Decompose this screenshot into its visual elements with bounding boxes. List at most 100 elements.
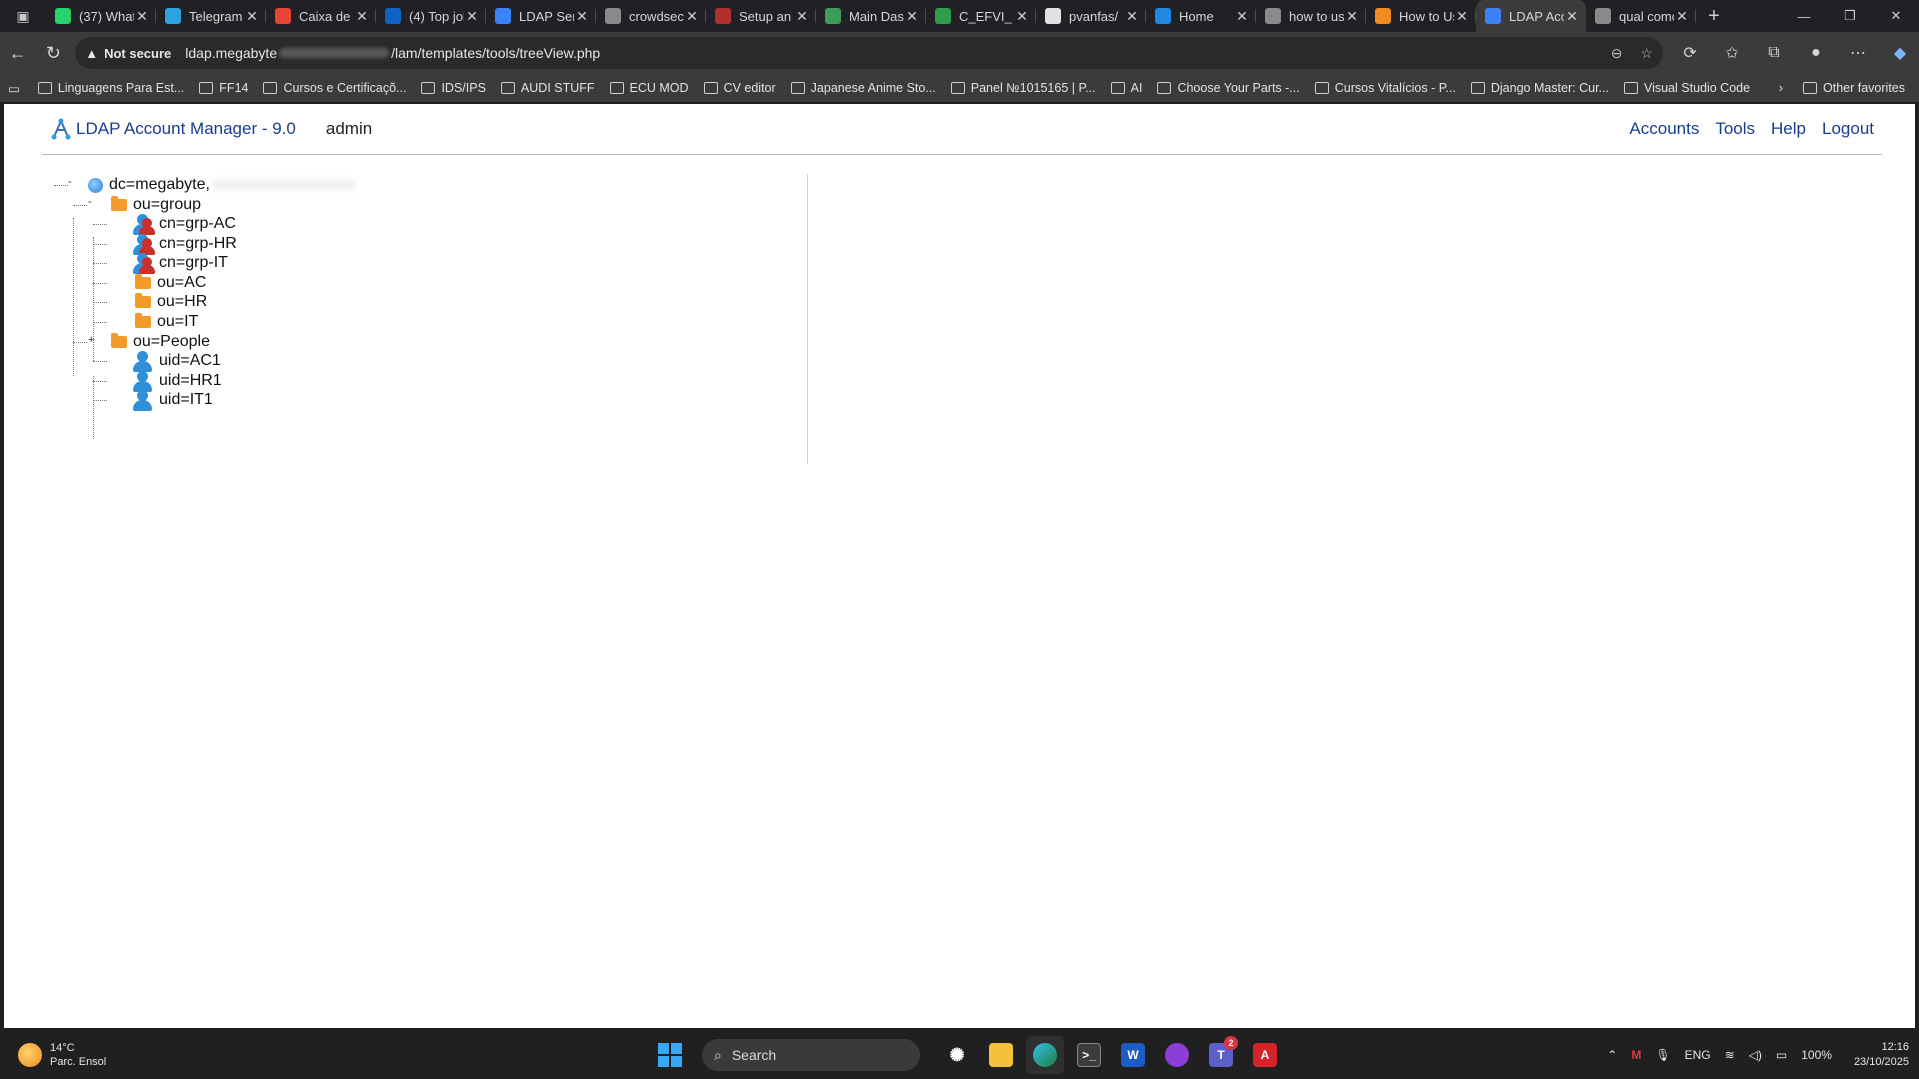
chevron-right-icon[interactable]: › [1779, 81, 1783, 95]
menu-accounts[interactable]: Accounts [1629, 119, 1699, 139]
terminal-icon[interactable]: >_ [1070, 1036, 1108, 1074]
acrobat-icon[interactable]: A [1246, 1036, 1284, 1074]
bookmark-item[interactable]: FF14 [199, 81, 248, 95]
browser-tab[interactable]: how to use✕ [1256, 0, 1366, 32]
browser-tab[interactable]: Home ✕ [1146, 0, 1256, 32]
menu-help[interactable]: Help [1771, 119, 1806, 139]
copilot-icon[interactable]: ◆ [1881, 37, 1919, 69]
battery-icon[interactable]: ▭ [1776, 1048, 1787, 1062]
close-tab-icon[interactable]: ✕ [794, 8, 810, 25]
bookmark-item[interactable]: AI [1110, 81, 1142, 95]
browser-tab[interactable]: LDAP Server✕ [486, 0, 596, 32]
bookmark-item[interactable]: Choose Your Parts -... [1157, 81, 1300, 95]
collapse-toggle-icon[interactable]: - [68, 177, 77, 188]
collections-icon[interactable]: ⧉ [1755, 37, 1793, 69]
restore-icon[interactable]: ❐ [1827, 0, 1873, 32]
tree-node-label: cn=grp-IT [159, 254, 228, 271]
profile-avatar-icon[interactable]: ● [1797, 37, 1835, 69]
podcast-app-icon[interactable] [1158, 1036, 1196, 1074]
tree-node-ou-hr[interactable]: ou=HR [135, 291, 207, 313]
close-tab-icon[interactable]: ✕ [1674, 8, 1690, 25]
browser-tab[interactable]: Setup an ✕ [706, 0, 816, 32]
lam-title-link[interactable]: LDAP Account Manager - 9.0 [76, 119, 296, 139]
bookmark-item[interactable]: Django Master: Cur... [1470, 81, 1609, 95]
clock[interactable]: 12:16 23/10/2025 [1854, 1040, 1909, 1070]
collapse-toggle-icon[interactable]: - [88, 197, 97, 208]
bookmark-item[interactable]: Japanese Anime Sto... [790, 81, 936, 95]
reload-icon[interactable]: ↻ [36, 37, 72, 69]
mic-muted-icon[interactable]: 🎙 [1655, 1048, 1670, 1062]
other-favorites[interactable]: Other favorites [1803, 81, 1905, 95]
close-tab-icon[interactable]: ✕ [1014, 8, 1030, 25]
chevron-up-icon[interactable]: ⌃ [1607, 1048, 1617, 1062]
language-indicator[interactable]: ENG [1685, 1048, 1711, 1062]
close-tab-icon[interactable]: ✕ [574, 8, 590, 25]
bookmark-item[interactable]: ECU MOD [609, 81, 689, 95]
bookmarks-menu-icon[interactable]: ▭ [8, 81, 20, 96]
menu-tools[interactable]: Tools [1715, 119, 1755, 139]
bookmark-label: Cursos Vitalícios - P... [1334, 81, 1456, 95]
tab-actions-icon[interactable]: ▣ [0, 0, 46, 32]
close-tab-icon[interactable]: ✕ [1124, 8, 1140, 25]
bookmark-item[interactable]: IDS/IPS [421, 81, 486, 95]
tree-node-uid-it1[interactable]: uid=IT1 [131, 389, 213, 411]
close-tab-icon[interactable]: ✕ [1564, 8, 1580, 25]
tree-node-root[interactable]: dc=megabyte, [88, 174, 354, 196]
antivirus-icon[interactable]: M [1631, 1048, 1641, 1062]
bookmark-item[interactable]: CV editor [703, 81, 776, 95]
close-tab-icon[interactable]: ✕ [684, 8, 700, 25]
browser-tab[interactable]: How to Use✕ [1366, 0, 1476, 32]
tree-node-grp-ac[interactable]: cn=grp-AC [131, 213, 236, 235]
tree-node-ou-it[interactable]: ou=IT [135, 311, 198, 333]
chatgpt-app-icon[interactable]: ✺ [938, 1036, 976, 1074]
browser-tab[interactable]: qual como ✕ [1586, 0, 1696, 32]
bookmark-item[interactable]: Panel №1015165 | P... [950, 81, 1096, 95]
taskbar-search[interactable]: ⌕ Search [702, 1039, 920, 1071]
bookmark-item[interactable]: Visual Studio Code [1623, 81, 1750, 95]
close-tab-icon[interactable]: ✕ [134, 8, 150, 25]
browser-tab[interactable]: Caixa de entrada✕ [266, 0, 376, 32]
windows-start-icon[interactable] [658, 1043, 682, 1067]
more-menu-icon[interactable]: ⋯ [1839, 37, 1877, 69]
favorite-star-icon[interactable]: ☆ [1640, 45, 1653, 62]
close-tab-icon[interactable]: ✕ [1234, 8, 1250, 25]
close-tab-icon[interactable]: ✕ [464, 8, 480, 25]
volume-icon[interactable]: ◁) [1749, 1048, 1762, 1062]
wifi-icon[interactable]: ≋ [1725, 1048, 1735, 1062]
bookmark-item[interactable]: Cursos e Certificaçõ... [263, 81, 406, 95]
bookmark-item[interactable]: Cursos Vitalícios - P... [1314, 81, 1456, 95]
file-explorer-icon[interactable] [982, 1036, 1020, 1074]
browser-tab[interactable]: C_EFVI_ ✕ [926, 0, 1036, 32]
menu-logout[interactable]: Logout [1822, 119, 1874, 139]
close-tab-icon[interactable]: ✕ [1454, 8, 1470, 25]
close-tab-icon[interactable]: ✕ [354, 8, 370, 25]
browser-tab[interactable]: (4) Top jobs✕ [376, 0, 486, 32]
browser-tab[interactable]: pvanfas/ ✕ [1036, 0, 1146, 32]
close-tab-icon[interactable]: ✕ [244, 8, 260, 25]
word-icon[interactable]: W [1114, 1036, 1152, 1074]
close-window-icon[interactable]: ✕ [1873, 0, 1919, 32]
close-tab-icon[interactable]: ✕ [904, 8, 920, 25]
weather-widget[interactable]: 14°C Parc. Ensol [0, 1041, 200, 1069]
edge-browser-icon[interactable] [1026, 1036, 1064, 1074]
browser-tab[interactable]: crowdsec ✕ [596, 0, 706, 32]
new-tab-button[interactable]: + [1696, 0, 1732, 32]
back-icon[interactable]: ← [0, 37, 36, 69]
tree-node-uid-ac1[interactable]: uid=AC1 [131, 350, 221, 372]
reader-icon[interactable]: ⊖ [1611, 45, 1623, 62]
tree-node-grp-it[interactable]: cn=grp-IT [131, 252, 228, 274]
browser-tab[interactable]: Main Dashboard✕ [816, 0, 926, 32]
close-tab-icon[interactable]: ✕ [1344, 8, 1360, 25]
bookmark-item[interactable]: Linguagens Para Est... [37, 81, 184, 95]
favorites-icon[interactable]: ✩ [1713, 37, 1751, 69]
bookmark-item[interactable]: AUDI STUFF [500, 81, 595, 95]
folder-icon [1803, 82, 1818, 94]
extensions-icon[interactable]: ⟳ [1671, 37, 1709, 69]
browser-tab[interactable]: Telegram ✕ [156, 0, 266, 32]
collapse-toggle-icon[interactable]: + [88, 335, 97, 346]
teams-icon[interactable]: T2 [1202, 1036, 1240, 1074]
browser-tab[interactable]: (37) WhatsApp✕ [46, 0, 156, 32]
address-bar[interactable]: ▲ Not secure ldap.megabyte /lam/template… [75, 37, 1664, 69]
minimize-icon[interactable]: — [1781, 0, 1827, 32]
browser-tab[interactable]: LDAP Account Manager✕ [1476, 0, 1586, 32]
